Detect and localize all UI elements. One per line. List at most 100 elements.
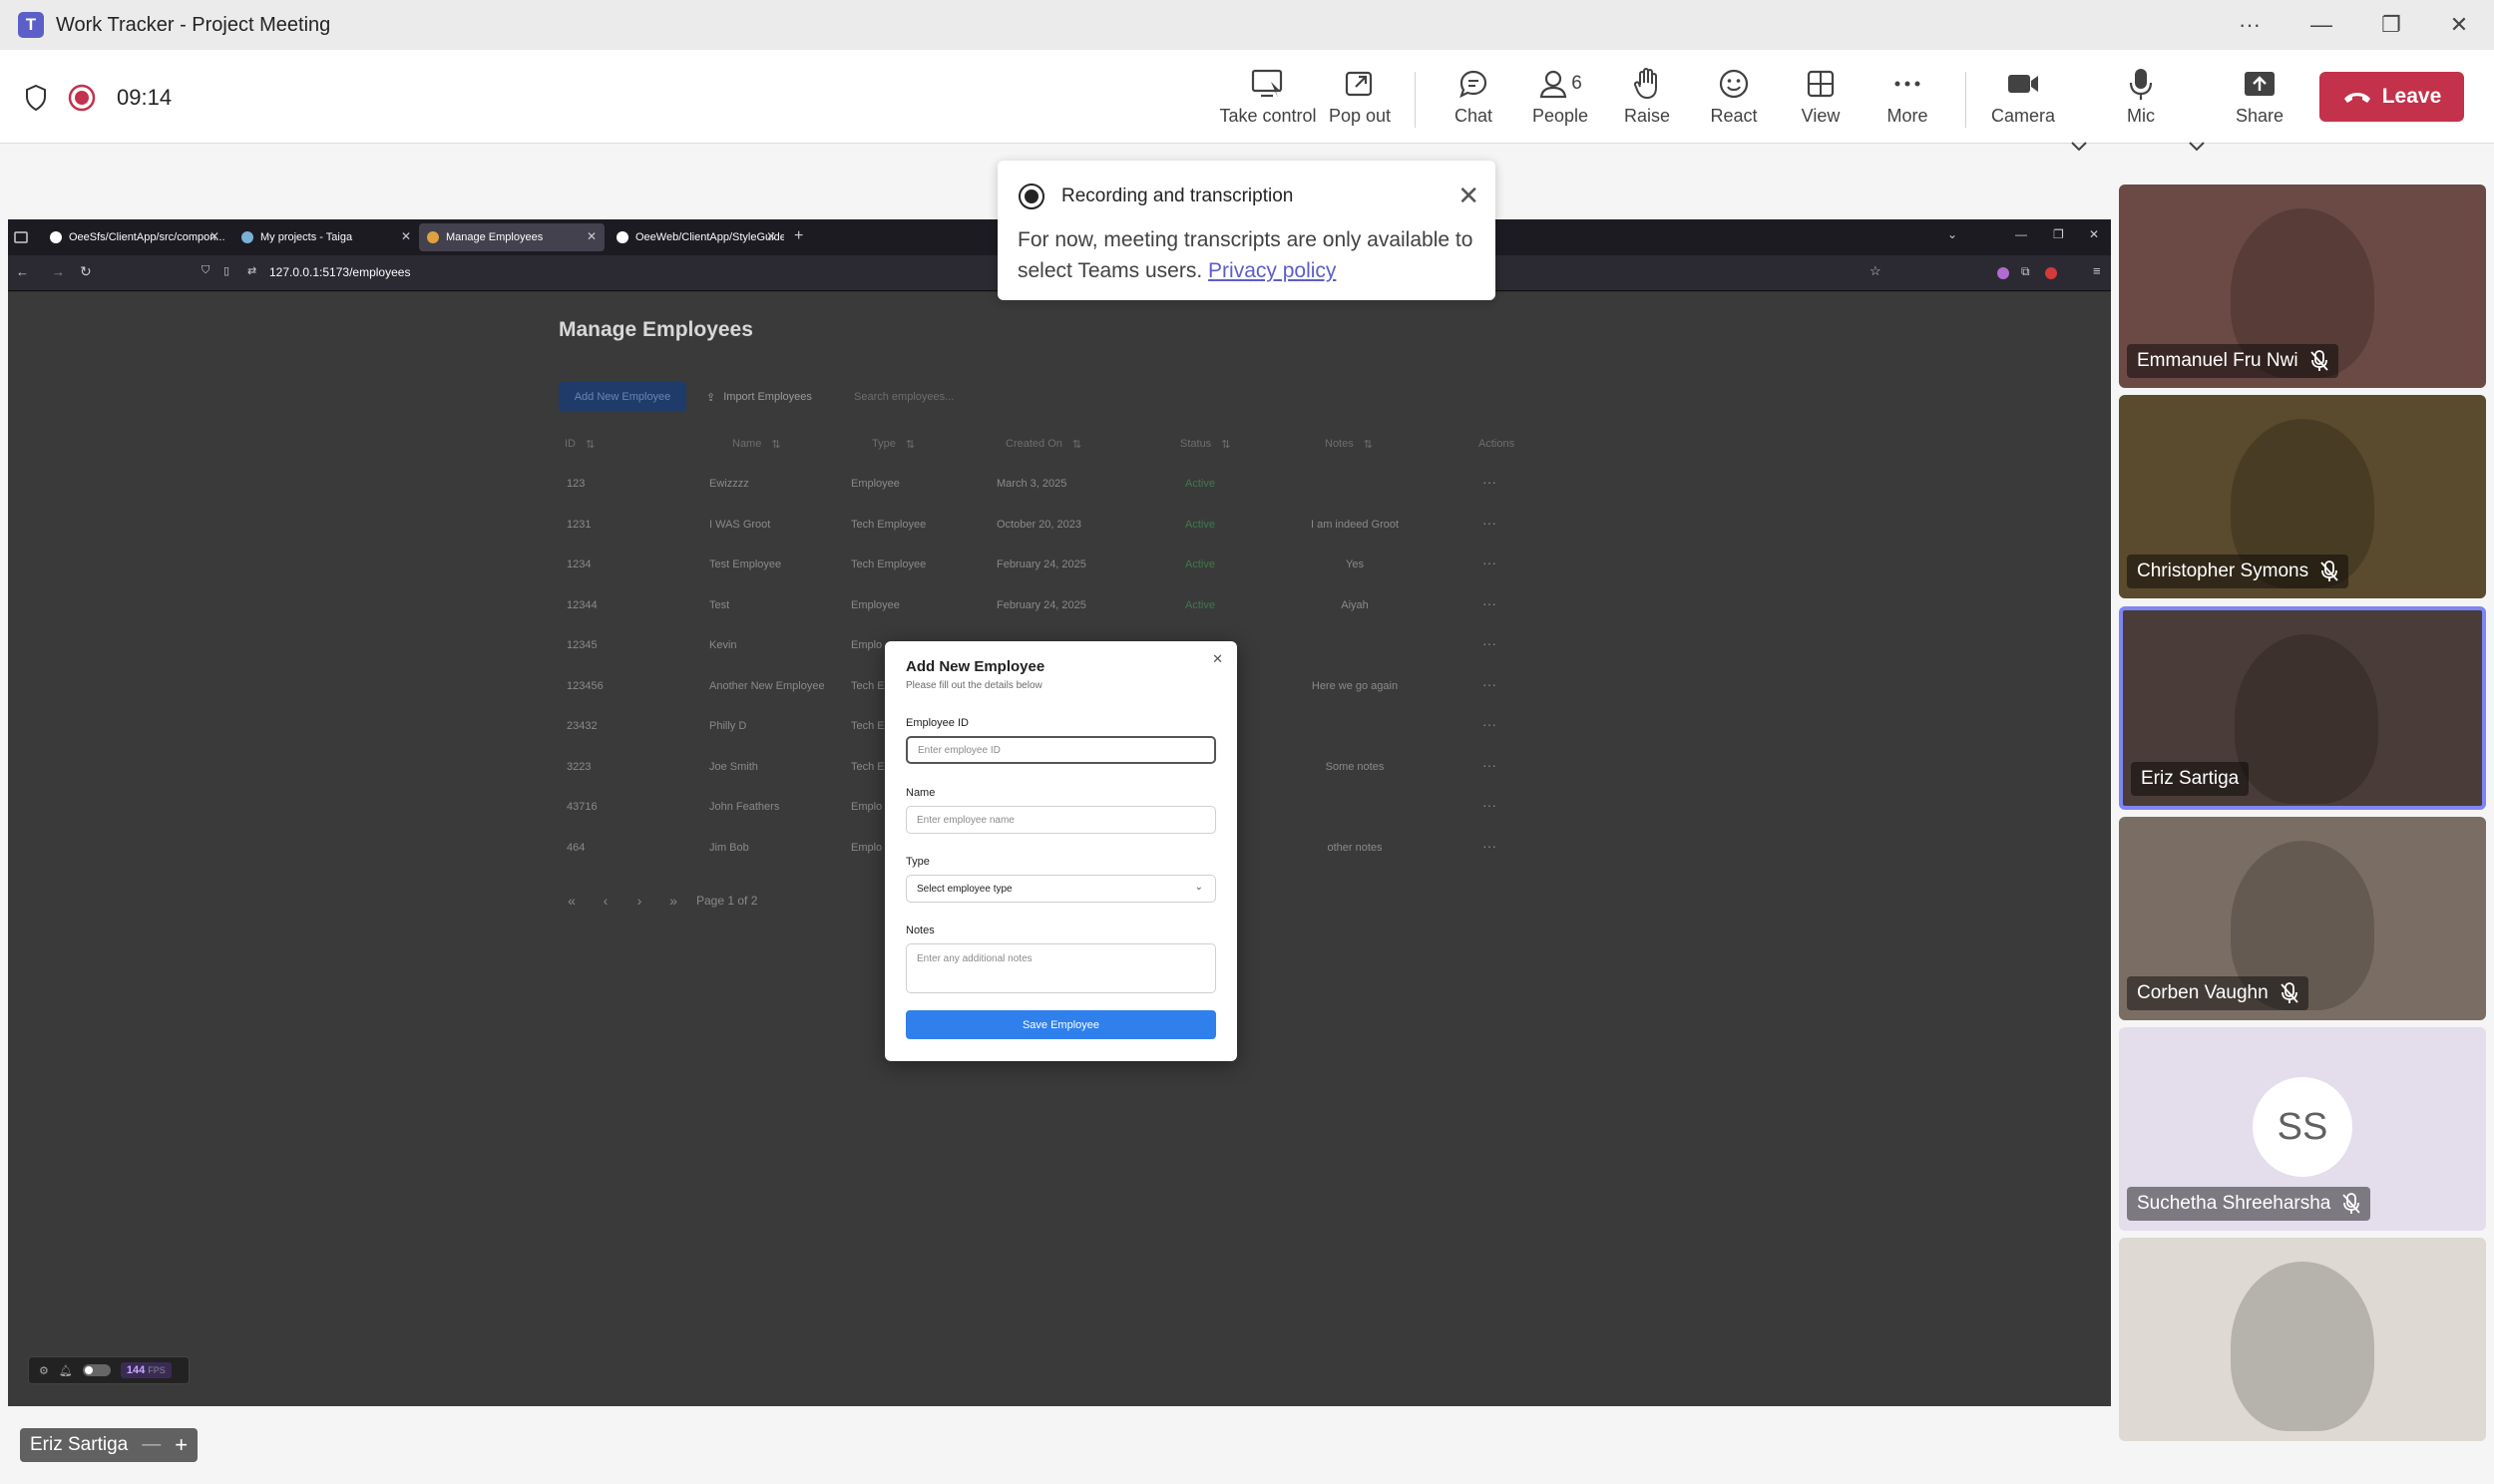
last-page-icon[interactable]: »: [661, 889, 685, 913]
bell-icon[interactable]: 🔔︎: [59, 1364, 73, 1377]
employee-name-input[interactable]: Enter employee name: [906, 806, 1216, 834]
participant-tile[interactable]: Emmanuel Fru Nwi: [2119, 185, 2486, 388]
sort-icon[interactable]: ⇅: [1221, 438, 1230, 451]
close-tab-icon[interactable]: ✕: [401, 229, 411, 243]
row-actions-icon[interactable]: ···: [1482, 635, 1496, 651]
table-cell-status: Active: [1185, 478, 1215, 490]
back-icon[interactable]: ←: [16, 264, 29, 279]
extensions-puzzle-icon[interactable]: ⧉: [2021, 264, 2030, 279]
privacy-policy-link[interactable]: Privacy policy: [1208, 259, 1336, 282]
close-tab-icon[interactable]: ✕: [766, 229, 776, 243]
participant-tile[interactable]: Christopher Symons: [2119, 395, 2486, 598]
react-button[interactable]: React: [1691, 64, 1777, 136]
sort-icon[interactable]: ⇅: [771, 438, 780, 451]
extension-icon[interactable]: [1997, 267, 2009, 279]
column-header[interactable]: Status ⇅: [1180, 438, 1230, 451]
add-new-employee-button[interactable]: Add New Employee: [559, 382, 686, 412]
bookmark-star-icon[interactable]: ☆: [1870, 263, 1881, 279]
minimize-button[interactable]: —: [2291, 0, 2351, 50]
people-button[interactable]: 6 People: [1517, 64, 1603, 136]
mic-options-chevron-icon[interactable]: [2185, 134, 2209, 158]
search-employees-input[interactable]: Search employees...: [846, 384, 1045, 410]
shield-icon[interactable]: [24, 84, 48, 112]
mic-button[interactable]: Mic: [2098, 64, 2184, 136]
browser-tab-2[interactable]: My projects - Taiga ✕: [233, 223, 419, 251]
import-employees-button[interactable]: ⇪ Import Employees: [706, 382, 812, 412]
camera-button[interactable]: Camera: [1980, 64, 2066, 136]
taiga-icon: [241, 231, 253, 243]
row-actions-icon[interactable]: ···: [1482, 555, 1496, 570]
recording-extension-icon[interactable]: [2045, 267, 2057, 279]
row-actions-icon[interactable]: ···: [1482, 838, 1496, 854]
notes-textarea[interactable]: Enter any additional notes: [906, 943, 1216, 993]
browser-minimize-icon[interactable]: —: [2015, 227, 2027, 241]
column-header[interactable]: Notes ⇅: [1325, 438, 1373, 451]
new-tab-icon[interactable]: +: [794, 227, 803, 245]
row-actions-icon[interactable]: ···: [1482, 716, 1496, 732]
row-actions-icon[interactable]: ···: [1482, 474, 1496, 490]
sort-icon[interactable]: ⇅: [586, 438, 595, 451]
browser-tab-3-active[interactable]: Manage Employees ✕: [419, 223, 605, 251]
menu-hamburger-icon[interactable]: ≡: [2093, 263, 2101, 278]
sort-icon[interactable]: ⇅: [1364, 438, 1373, 451]
row-actions-icon[interactable]: ···: [1482, 595, 1496, 611]
participant-name: Emmanuel Fru Nwi: [2137, 350, 2298, 371]
column-header[interactable]: Type ⇅: [872, 438, 915, 451]
table-cell-name: Philly D: [709, 720, 747, 732]
column-header[interactable]: Actions: [1478, 438, 1514, 450]
column-header[interactable]: Name ⇅: [732, 438, 781, 451]
row-actions-icon[interactable]: ···: [1482, 797, 1496, 813]
row-actions-icon[interactable]: ···: [1482, 515, 1496, 531]
take-control-button[interactable]: Take control: [1218, 64, 1318, 136]
leave-button[interactable]: Leave: [2319, 72, 2464, 122]
participant-tile[interactable]: Eriz Sartiga: [2119, 606, 2486, 810]
close-tab-icon[interactable]: ✕: [587, 229, 597, 243]
zoom-in-icon[interactable]: +: [175, 1432, 188, 1458]
list-tabs-chevron-icon[interactable]: ⌄: [1947, 227, 1957, 241]
participant-tile[interactable]: [2119, 1238, 2486, 1441]
permissions-icon[interactable]: ⇄: [247, 264, 256, 277]
more-button[interactable]: More: [1865, 64, 1950, 136]
column-header[interactable]: ID ⇅: [565, 438, 595, 451]
browser-restore-icon[interactable]: ❐: [2053, 227, 2064, 241]
overlay-toggle[interactable]: [82, 1364, 111, 1376]
tracking-shield-icon[interactable]: ⛉: [202, 264, 209, 277]
share-button[interactable]: Share: [2217, 64, 2302, 136]
sort-icon[interactable]: ⇅: [1072, 438, 1081, 451]
chat-button[interactable]: Chat: [1431, 64, 1516, 136]
view-button[interactable]: View: [1778, 64, 1864, 136]
zoom-out-icon[interactable]: —: [142, 1434, 161, 1456]
save-employee-button[interactable]: Save Employee: [906, 1010, 1216, 1039]
reload-icon[interactable]: ↻: [80, 263, 92, 280]
column-header[interactable]: Created On ⇅: [1006, 438, 1081, 451]
more-options-icon[interactable]: ···: [2220, 0, 2280, 50]
url-text[interactable]: 127.0.0.1:5173/employees: [269, 265, 410, 279]
restore-button[interactable]: ❐: [2361, 0, 2421, 50]
mic-muted-icon: [2309, 350, 2328, 371]
participant-tile[interactable]: Corben Vaughn: [2119, 817, 2486, 1020]
overlay-settings-icon[interactable]: ⚙: [39, 1364, 49, 1377]
window-title: Work Tracker - Project Meeting: [56, 13, 331, 36]
browser-tab-4[interactable]: OeeWeb/ClientApp/StyleGuide ✕: [609, 223, 784, 251]
close-tab-icon[interactable]: ✕: [209, 229, 219, 243]
next-page-icon[interactable]: ›: [627, 889, 651, 913]
prev-page-icon[interactable]: ‹: [594, 889, 618, 913]
sort-icon[interactable]: ⇅: [906, 438, 915, 451]
forward-icon[interactable]: →: [52, 264, 65, 279]
pop-out-button[interactable]: Pop out: [1317, 64, 1403, 136]
employee-type-select[interactable]: Select employee type ⌄: [906, 875, 1216, 903]
modal-close-icon[interactable]: ✕: [1212, 651, 1223, 667]
employee-id-input[interactable]: Enter employee ID: [906, 736, 1216, 764]
row-actions-icon[interactable]: ···: [1482, 676, 1496, 692]
tab-manager-icon[interactable]: [14, 231, 28, 243]
browser-tab-1[interactable]: OeeSfs/ClientApp/src/compon... ✕: [42, 223, 227, 251]
browser-close-icon[interactable]: ✕: [2089, 227, 2099, 241]
camera-options-chevron-icon[interactable]: [2067, 134, 2091, 158]
close-notification-icon[interactable]: ✕: [1457, 181, 1479, 211]
row-actions-icon[interactable]: ···: [1482, 757, 1496, 773]
raise-hand-button[interactable]: Raise: [1604, 64, 1690, 136]
close-window-button[interactable]: ✕: [2429, 0, 2489, 50]
presenter-name-tag[interactable]: Eriz Sartiga — +: [20, 1428, 199, 1462]
first-page-icon[interactable]: «: [560, 889, 584, 913]
participant-tile[interactable]: SS Suchetha Shreeharsha: [2119, 1027, 2486, 1231]
